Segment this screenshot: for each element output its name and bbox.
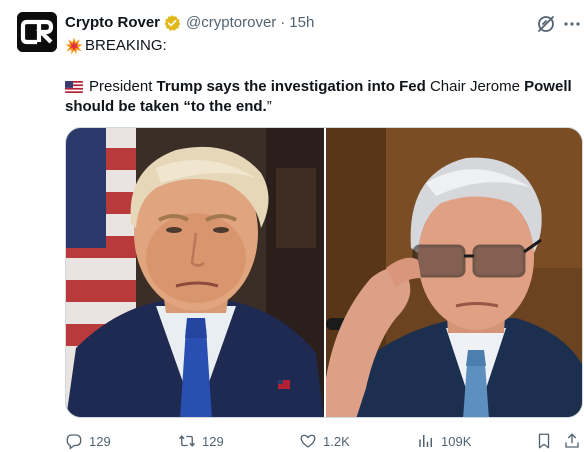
- breaking-line: BREAKING:: [65, 36, 575, 56]
- views-chart-icon: [419, 435, 432, 447]
- text-chair-jerome: Chair Jerome: [429, 78, 520, 95]
- retweet-count: 129: [202, 433, 224, 449]
- verified-badge-icon: [164, 14, 181, 31]
- bookmark-icon: [538, 433, 550, 449]
- like-button[interactable]: 1.2K: [299, 430, 350, 452]
- photo-trump[interactable]: [66, 128, 324, 417]
- reply-icon: [66, 434, 82, 450]
- grok-icon[interactable]: [536, 14, 556, 34]
- us-flag-emoji-icon: [65, 81, 83, 93]
- powell-portrait-image: [326, 128, 582, 417]
- retweet-icon: [178, 435, 196, 447]
- breaking-label: BREAKING:: [85, 37, 167, 54]
- text-powell: Powell: [524, 78, 572, 95]
- trump-portrait-image: [66, 128, 324, 417]
- text-closing-quote: ”: [266, 98, 272, 115]
- share-icon: [565, 433, 579, 448]
- tweet-text: BREAKING: President Trump says the inves…: [65, 36, 575, 117]
- tweet-header: Crypto Rover @cryptorover · 15h: [65, 13, 314, 33]
- avatar[interactable]: [17, 12, 57, 52]
- bookmark-button[interactable]: [535, 430, 553, 452]
- action-bar: 129 129 1.2K 109K: [65, 430, 583, 452]
- separator-dot: ·: [280, 14, 286, 31]
- text-should-be-taken: should be taken: [65, 98, 180, 115]
- crypto-rover-logo: [17, 12, 57, 52]
- more-options-icon[interactable]: [562, 14, 582, 34]
- collision-emoji-icon: [65, 37, 83, 55]
- like-count: 1.2K: [323, 433, 350, 449]
- text-trump-statement: Trump says the investigation into Fed: [156, 78, 426, 95]
- text-to-the-end: “to the end.: [183, 98, 267, 115]
- tweet-line-2: should be taken “to the end. ”: [65, 97, 575, 117]
- views-count: 109K: [441, 433, 472, 449]
- reply-count: 129: [89, 433, 111, 449]
- reply-button[interactable]: 129: [65, 430, 111, 452]
- text-president: President: [89, 78, 153, 95]
- share-button[interactable]: [563, 430, 581, 452]
- user-handle[interactable]: @cryptorover: [186, 13, 276, 33]
- display-name[interactable]: Crypto Rover: [65, 13, 160, 33]
- timestamp[interactable]: 15h: [289, 13, 314, 33]
- media-grid[interactable]: [65, 127, 583, 418]
- tweet-card[interactable]: Crypto Rover @cryptorover · 15h BREAKING…: [0, 0, 584, 452]
- photo-powell[interactable]: [326, 128, 582, 417]
- heart-icon: [300, 434, 316, 448]
- retweet-button[interactable]: 129: [178, 430, 224, 452]
- views-button[interactable]: 109K: [417, 430, 471, 452]
- tweet-line-1: President Trump says the investigation i…: [65, 77, 575, 97]
